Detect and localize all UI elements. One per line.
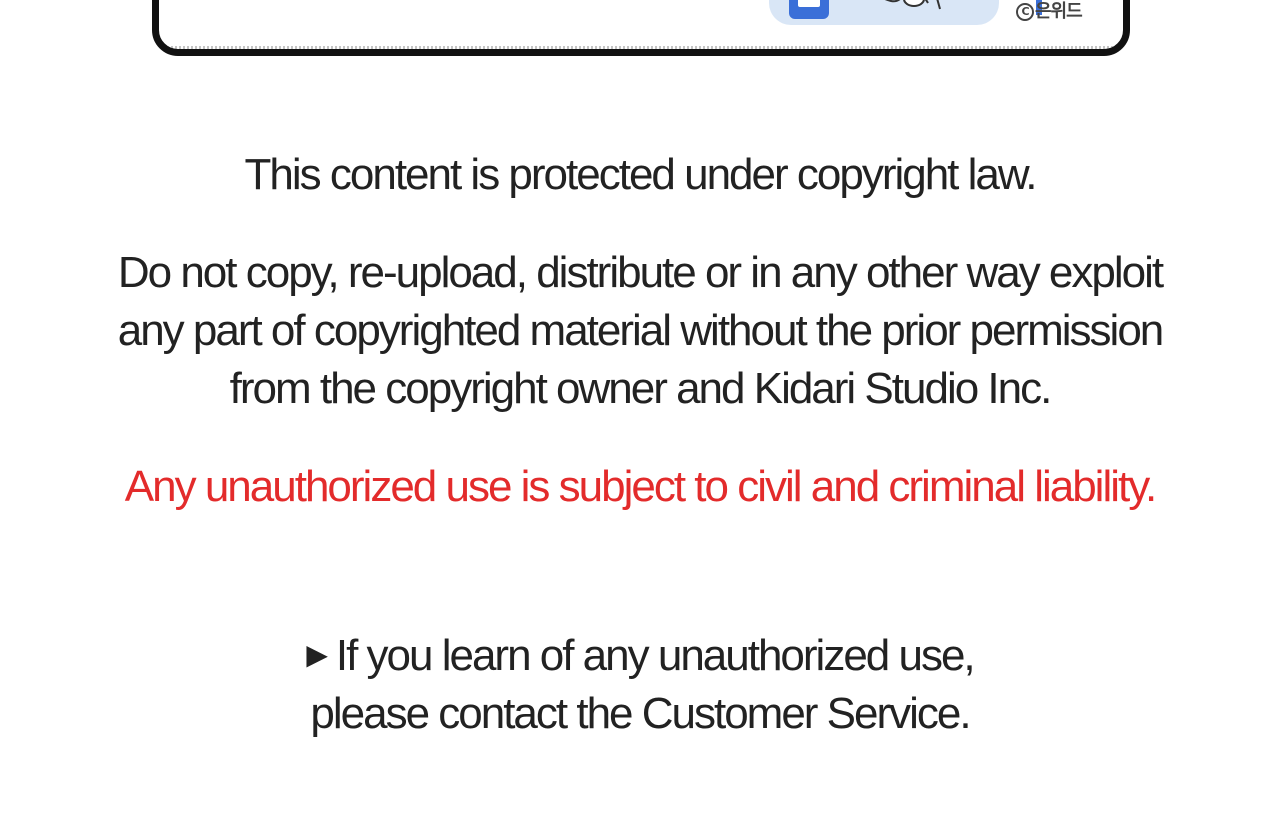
do-not-copy-line-3: from the copyright owner and Kidari Stud… (229, 364, 1053, 413)
copyright-icon: C (1016, 3, 1034, 21)
liability-warning-text: Any unauthorized use is subject to civil… (124, 462, 1157, 511)
comic-panel-frame: C 은위드 (152, 0, 1130, 56)
contact-line-1: ▶ If you learn of any unauthorized use, (0, 626, 1280, 685)
contact-paragraph: ▶ If you learn of any unauthorized use, p… (0, 626, 1280, 743)
contact-line-2: please contact the Customer Service. (310, 689, 971, 738)
triangle-right-icon: ▶ (306, 639, 328, 670)
panel-artwork-sign (789, 0, 829, 19)
artist-watermark: C 은위드 (1016, 0, 1083, 23)
copyright-protected-text: This content is protected under copyrigh… (244, 150, 1038, 199)
contact-line-1-text: If you learn of any unauthorized use, (335, 631, 976, 680)
watermark-text: 은위드 (1035, 1, 1083, 22)
panel-artwork-sketch (884, 0, 941, 10)
do-not-copy-paragraph: Do not copy, re-upload, distribute or in… (0, 244, 1280, 418)
do-not-copy-line-2: any part of copyrighted material without… (117, 306, 1165, 355)
do-not-copy-line-1: Do not copy, re-upload, distribute or in… (117, 248, 1164, 297)
